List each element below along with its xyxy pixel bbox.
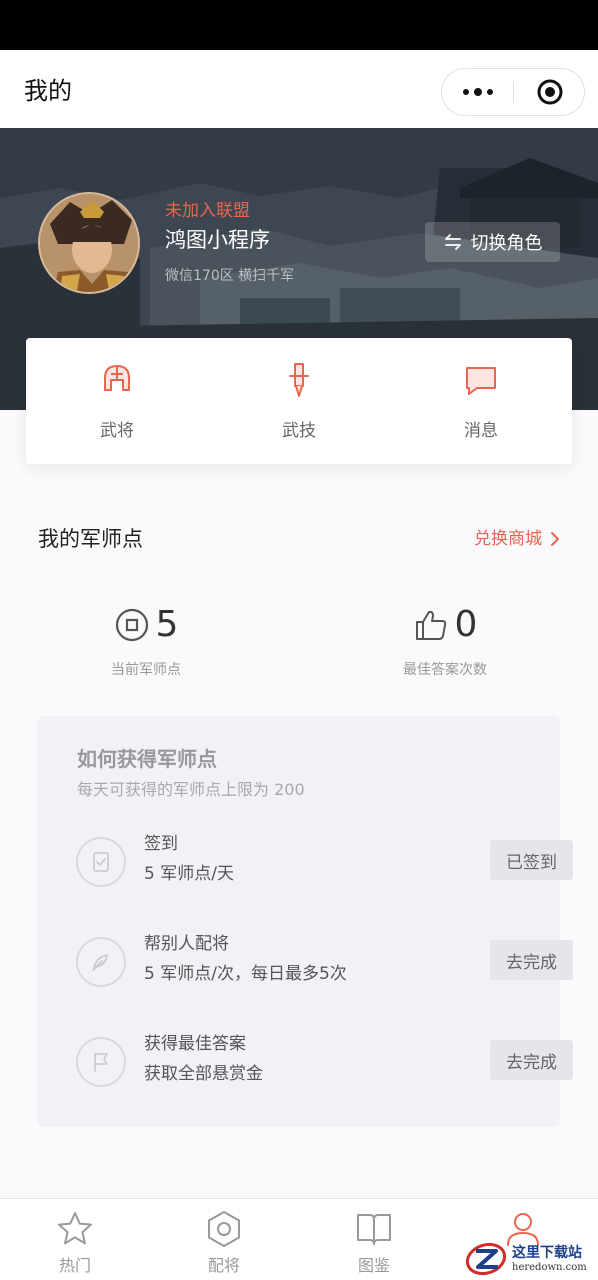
current-points-value: 5 [155, 604, 179, 645]
quick-link-label: 武技 [282, 421, 316, 441]
task-name: 帮别人配将 [144, 934, 229, 954]
nav-bar: 我的 [0, 50, 598, 128]
points-header: 我的军师点 兑换商城 [38, 524, 560, 554]
task-desc: 5 军师点/天 [144, 864, 234, 884]
message-icon [466, 367, 496, 395]
avatar[interactable] [38, 192, 140, 294]
tab-label: 热门 [58, 1256, 91, 1275]
page-title: 我的 [24, 77, 72, 105]
task-name: 获得最佳答案 [144, 1034, 246, 1054]
task-name: 签到 [144, 834, 178, 854]
dot-icon [487, 89, 493, 95]
close-mini-program-button[interactable] [514, 69, 586, 115]
switch-role-button[interactable]: 切换角色 [425, 222, 560, 262]
quick-links-card: 武将 武技 消息 [26, 338, 572, 464]
watermark-url: heredown.com [512, 1261, 587, 1273]
hero-portrait-image [40, 194, 138, 292]
current-points-label: 当前军师点 [111, 662, 181, 678]
best-answer-label: 最佳答案次数 [403, 662, 487, 678]
task-help-others: 帮别人配将 5 军师点/次，每日最多5次 去完成 [76, 932, 573, 992]
mini-program-capsule [441, 68, 585, 116]
tab-label: 图鉴 [357, 1256, 390, 1275]
how-to-earn-title: 如何获得军师点 [77, 747, 217, 771]
switch-role-label: 切换角色 [470, 233, 543, 254]
task-best-answer: 获得最佳答案 获取全部悬赏金 去完成 [76, 1032, 573, 1092]
tab-hot[interactable]: 热门 [25, 1209, 125, 1279]
switch-arrows-icon [444, 234, 461, 250]
task-desc: 获取全部悬赏金 [144, 1064, 263, 1084]
quick-link-label: 消息 [464, 421, 498, 441]
tab-label: 配将 [207, 1256, 240, 1275]
exchange-shop-label: 兑换商城 [474, 529, 542, 549]
helmet-icon [104, 365, 130, 391]
current-points-stat: 5 当前军师点 [46, 600, 246, 680]
chevron-right-icon [551, 532, 559, 546]
flag-icon [76, 1037, 126, 1087]
dot-icon [474, 88, 482, 96]
exchange-shop-link[interactable]: 兑换商城 [474, 527, 560, 551]
hexagon-icon [208, 1211, 240, 1247]
tab-codex[interactable]: 图鉴 [324, 1209, 424, 1279]
tab-build[interactable]: 配将 [174, 1209, 274, 1279]
feather-icon [76, 937, 126, 987]
points-section-title: 我的军师点 [38, 527, 143, 551]
quick-link-messages[interactable]: 消息 [421, 360, 541, 450]
more-options-button[interactable] [442, 69, 514, 115]
watermark-logo-icon [465, 1242, 507, 1276]
coin-icon [115, 608, 148, 642]
watermark-main-text: 这里下载站 [512, 1244, 582, 1261]
status-bar [0, 0, 598, 50]
quick-link-label: 武将 [100, 421, 134, 441]
thumbs-up-icon [415, 610, 446, 640]
star-icon [58, 1212, 92, 1245]
go-complete-button[interactable]: 去完成 [490, 940, 573, 980]
best-answer-stat: 0 最佳答案次数 [345, 600, 545, 680]
task-desc: 5 军师点/次，每日最多5次 [144, 964, 347, 984]
target-close-icon [537, 79, 563, 105]
how-to-earn-card: 如何获得军师点 每天可获得的军师点上限为 200 签到 5 军师点/天 已签到 … [38, 716, 573, 1127]
player-name: 鸿图小程序 [165, 228, 270, 252]
site-watermark: 这里下载站 heredown.com [464, 1238, 598, 1280]
quick-link-skills[interactable]: 武技 [239, 360, 359, 450]
task-checkin: 签到 5 军师点/天 已签到 [76, 832, 573, 892]
checkin-icon [76, 837, 126, 887]
go-complete-button[interactable]: 去完成 [490, 1040, 573, 1080]
sword-icon [289, 363, 309, 397]
checked-in-button[interactable]: 已签到 [490, 840, 573, 880]
server-info: 微信170区 横扫千军 [165, 268, 295, 284]
alliance-status: 未加入联盟 [165, 201, 250, 221]
dot-icon [463, 89, 469, 95]
quick-link-generals[interactable]: 武将 [57, 360, 177, 450]
best-answer-value: 0 [454, 604, 478, 645]
book-icon [357, 1214, 391, 1245]
how-to-earn-subtitle: 每天可获得的军师点上限为 200 [77, 780, 305, 799]
